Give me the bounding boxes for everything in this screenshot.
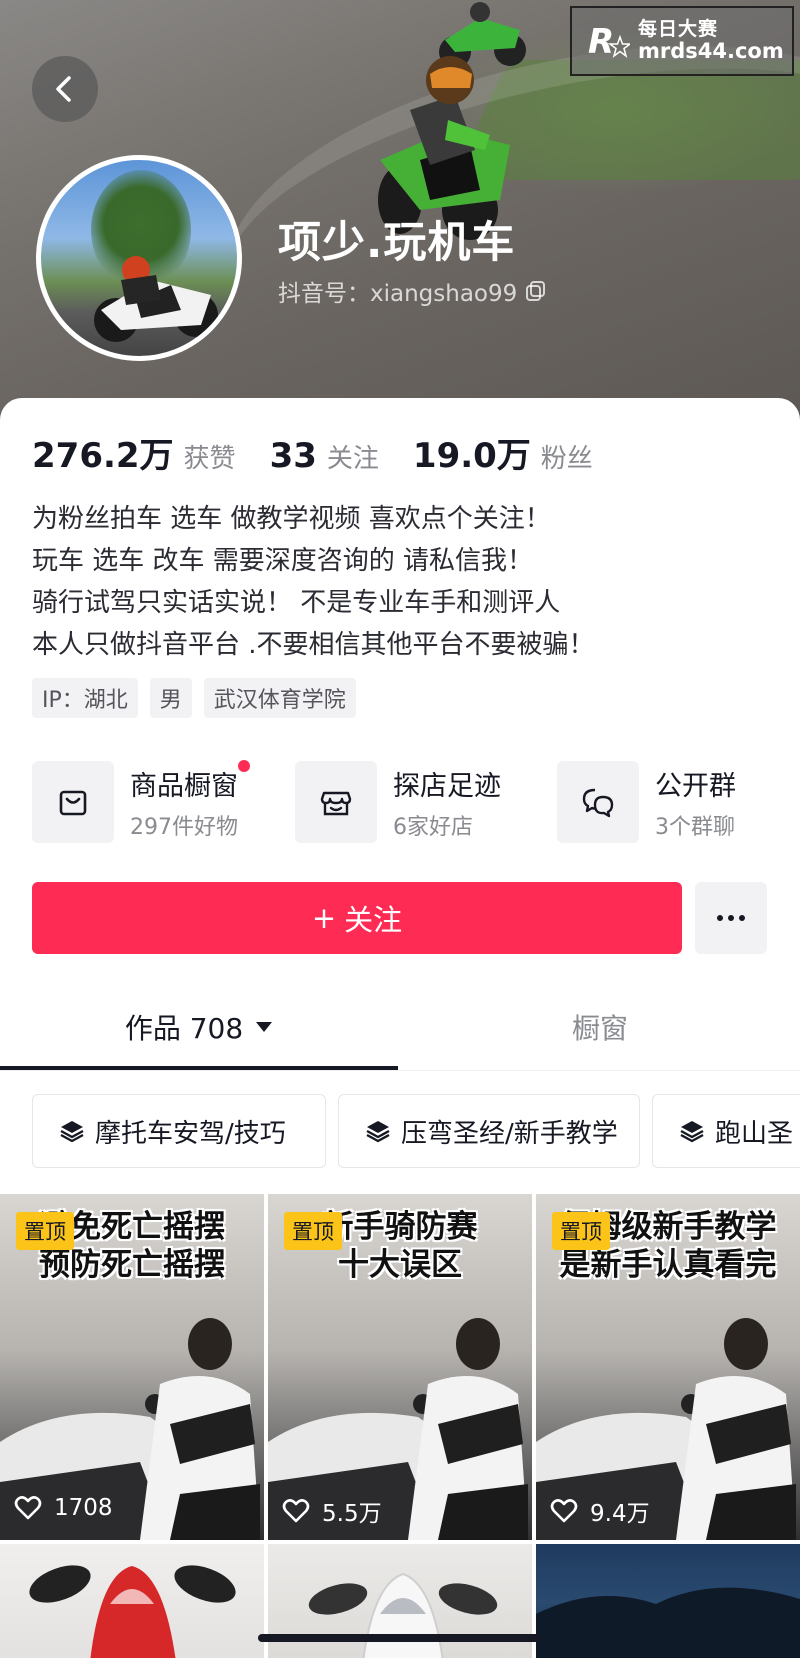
stats-row: 276.2万 获赞 33 关注 19.0万 粉丝 [32,428,593,477]
stat-value: 19.0万 [412,436,531,476]
entry-title: 商品橱窗 [130,759,250,803]
video-likes: 5.5万 [282,1494,382,1528]
video-thumbnail[interactable] [0,1544,264,1658]
more-options-button[interactable] [695,882,767,954]
caret-down-icon[interactable] [253,1019,275,1035]
entry-public-groups[interactable]: 公开群 3个群聊 [557,760,736,844]
video-thumbnail[interactable]: 避免死亡摇摆 预防死亡摇摆 置顶 1708 [0,1194,264,1540]
notification-dot [238,759,250,772]
entry-showcase[interactable]: 商品橱窗 297件好物 [32,759,250,844]
watermark-url: mrds44.com [638,38,784,63]
stat-following[interactable]: 33 关注 [270,436,379,476]
stat-followers[interactable]: 19.0万 粉丝 [413,428,593,477]
tab-showcase[interactable]: 橱窗 [400,982,800,1072]
shopping-bag-icon [59,790,87,816]
stat-label: 粉丝 [540,444,593,474]
profile-bio: 为粉丝拍车 选车 做教学视频 喜欢点个关注！ 玩车 选车 改车 需要深度咨询的 … [32,498,595,666]
watermark-logo-icon: R [588,22,630,62]
collection-chip[interactable]: 摩托车安驾/技巧 [32,1094,326,1168]
bio-line: 本人只做抖音平台 .不要相信其他平台不要被骗！ [32,630,595,660]
layers-icon [366,1121,390,1143]
video-thumbnail[interactable]: 保姆级新手教学 是新手认真看完 置顶 9.4万 [536,1194,800,1540]
back-button[interactable] [32,56,98,122]
pinned-badge: 置顶 [552,1212,610,1250]
heart-icon [550,1499,578,1523]
stat-label: 关注 [326,444,379,474]
watermark-badge: R 每日大赛 mrds44.com [570,6,794,76]
profile-sheet: 276.2万 获赞 33 关注 19.0万 粉丝 为粉丝拍车 选车 做教学视频 … [0,398,800,1658]
video-likes: 1708 [14,1494,113,1522]
video-mountain-scene [536,1587,800,1658]
layers-icon [60,1121,84,1143]
douyin-id: 抖音号：xiangshao99 [278,281,518,307]
collection-chips: 摩托车安驾/技巧 压弯圣经/新手教学 跑山圣 [32,1094,800,1168]
likes-count: 9.4万 [590,1501,650,1527]
entry-icon-box [557,761,639,843]
entry-icon-box [32,761,114,843]
chevron-left-icon [56,76,71,102]
chat-bubbles-icon [582,788,614,818]
collection-chip[interactable]: 压弯圣经/新手教学 [338,1094,640,1168]
tag-school[interactable]: 武汉体育学院 [203,678,356,718]
video-rider [408,1318,528,1540]
stat-likes[interactable]: 276.2万 获赞 [32,428,236,477]
profile-tags: IP：湖北 男 武汉体育学院 [32,678,356,718]
profile-banner: R 每日大赛 mrds44.com 项少.玩机车 抖音号：xiangshao99 [0,0,800,420]
stat-value: 33 [269,436,317,476]
avatar[interactable] [36,155,242,361]
follow-label: 关注 [344,903,403,937]
entry-title: 公开群 [655,770,736,802]
pinned-badge: 置顶 [16,1212,74,1250]
tab-works[interactable]: 作品 708 [0,982,400,1072]
tab-works-label: 作品 708 [124,1012,244,1045]
collection-chip[interactable]: 跑山圣 [652,1094,800,1168]
follow-button[interactable]: + 关注 [32,882,682,954]
entry-icon-box [295,761,377,843]
entry-title: 探店足迹 [393,770,501,802]
likes-count: 1708 [54,1495,113,1521]
entry-subtitle: 6家好店 [393,814,473,840]
collection-chip-label: 压弯圣经/新手教学 [401,1118,618,1149]
tag-gender: 男 [149,678,192,718]
video-thumbnail[interactable]: 新手骑防赛 十大误区 置顶 5.5万 [268,1194,532,1540]
tag-ip: IP：湖北 [32,678,138,718]
entry-subtitle: 297件好物 [130,814,238,840]
plus-icon: + [311,901,337,935]
collection-chip-label: 跑山圣 [715,1118,794,1149]
home-indicator[interactable] [258,1634,540,1642]
content-tabs: 作品 708 橱窗 [0,982,800,1072]
avatar-rider [94,256,218,342]
profile-username: 项少.玩机车 [278,218,516,268]
copy-icon[interactable] [525,280,547,302]
video-red-motorcycle [29,1565,236,1658]
stat-value: 276.2万 [32,436,174,476]
layers-icon [680,1121,704,1143]
feature-entries: 商品橱窗 297件好物 探店足迹 6家好店 公开群 3个群聊 [32,759,800,844]
heart-icon [14,1496,42,1520]
heart-icon [282,1499,310,1523]
watermark-title: 每日大赛 [638,18,719,40]
bio-line: 骑行试驾只实话实说！ 不是专业车手和测评人 [32,588,561,618]
likes-count: 5.5万 [322,1501,382,1527]
video-rider [676,1318,796,1540]
video-grid: 避免死亡摇摆 预防死亡摇摆 置顶 1708 新手骑防赛 十大误区 置顶 5.5万… [0,1194,800,1658]
entry-subtitle: 3个群聊 [655,814,735,840]
svg-text:R: R [588,22,614,62]
pinned-badge: 置顶 [284,1212,342,1250]
tab-divider [0,1070,800,1071]
bio-line: 玩车 选车 改车 需要深度咨询的 请私信我！ [32,546,534,576]
video-likes: 9.4万 [550,1494,650,1528]
douyin-id-row[interactable]: 抖音号：xiangshao99 [278,274,547,308]
stat-label: 获赞 [183,444,236,474]
video-thumbnail[interactable] [536,1544,800,1658]
video-rider [140,1318,260,1540]
store-icon [320,791,352,816]
bio-line: 为粉丝拍车 选车 做教学视频 喜欢点个关注！ [32,504,551,534]
collection-chip-label: 摩托车安驾/技巧 [95,1118,286,1149]
more-dots-icon [717,915,745,921]
entry-store-visits[interactable]: 探店足迹 6家好店 [295,760,501,844]
